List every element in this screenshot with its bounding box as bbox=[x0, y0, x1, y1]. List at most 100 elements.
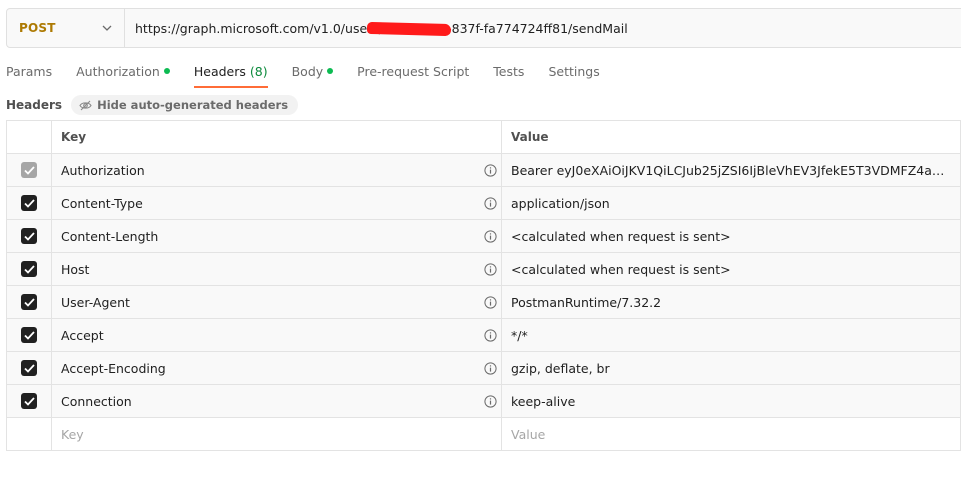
row-checkbox[interactable] bbox=[21, 261, 37, 277]
hide-auto-label: Hide auto-generated headers bbox=[97, 98, 289, 112]
info-icon[interactable] bbox=[484, 329, 497, 342]
check-icon bbox=[23, 330, 35, 340]
row-checkbox[interactable] bbox=[21, 327, 37, 343]
header-value: gzip, deflate, br bbox=[511, 360, 610, 376]
header-value: Bearer eyJ0eXAiOiJKV1QiLCJub25jZSI6IjBle… bbox=[511, 162, 949, 178]
header-key-cell: Content-Type bbox=[52, 187, 502, 219]
headers-subheader: Headers Hide auto-generated headers bbox=[6, 94, 299, 116]
row-checkbox[interactable] bbox=[21, 195, 37, 211]
row-checkbox[interactable] bbox=[21, 294, 37, 310]
request-tabs: Params Authorization Headers (8) Body Pre-re… bbox=[6, 60, 624, 90]
table-row: Accept */* bbox=[7, 319, 961, 352]
tab-label: Authorization bbox=[76, 64, 160, 79]
row-checkbox-cell bbox=[7, 187, 52, 219]
check-column-header bbox=[7, 121, 52, 153]
header-value: keep-alive bbox=[511, 393, 576, 409]
value-column-header: Value bbox=[502, 121, 961, 153]
method-select[interactable]: POST bbox=[7, 9, 125, 47]
header-key: Connection bbox=[61, 393, 132, 409]
header-value-cell: keep-alive bbox=[502, 385, 961, 417]
key-placeholder: Key bbox=[61, 426, 84, 442]
tab-status-dot bbox=[163, 68, 170, 74]
info-icon[interactable] bbox=[484, 263, 497, 276]
info-icon[interactable] bbox=[484, 296, 497, 309]
tab-label: Headers bbox=[193, 64, 246, 79]
new-key-input[interactable]: Key bbox=[52, 418, 502, 450]
row-checkbox[interactable] bbox=[21, 393, 37, 409]
tab-params[interactable]: Params bbox=[6, 60, 52, 88]
header-value-cell: */* bbox=[502, 319, 961, 351]
eye-off-icon bbox=[79, 100, 92, 111]
header-value: PostmanRuntime/7.32.2 bbox=[511, 294, 662, 310]
header-key: Content-Length bbox=[61, 228, 159, 244]
tab-settings[interactable]: Settings bbox=[548, 60, 599, 88]
row-checkbox[interactable] bbox=[21, 360, 37, 376]
row-checkbox-cell bbox=[7, 319, 52, 351]
tab-tests[interactable]: Tests bbox=[493, 60, 524, 88]
redaction-mark bbox=[366, 21, 452, 37]
header-key: User-Agent bbox=[61, 294, 130, 310]
table-row: User-Agent PostmanRuntime/7.32.2 bbox=[7, 286, 961, 319]
chevron-down-icon bbox=[102, 23, 112, 33]
row-checkbox-cell bbox=[7, 286, 52, 318]
header-value-cell: PostmanRuntime/7.32.2 bbox=[502, 286, 961, 318]
url-input[interactable]: https://graph.microsoft.com/v1.0/users/2… bbox=[125, 9, 961, 47]
hide-auto-generated-button[interactable]: Hide auto-generated headers bbox=[71, 95, 299, 115]
table-row: Content-Type application/json bbox=[7, 187, 961, 220]
request-bar: POST https://graph.microsoft.com/v1.0/us… bbox=[6, 8, 961, 48]
header-value: <calculated when request is sent> bbox=[511, 228, 731, 244]
tab-label: Settings bbox=[548, 64, 600, 79]
check-icon bbox=[23, 297, 35, 307]
tab-status-dot bbox=[327, 68, 334, 74]
header-key-cell: Accept-Encoding bbox=[52, 352, 502, 384]
new-value-input[interactable]: Value bbox=[502, 418, 961, 450]
tab-headers[interactable]: Headers (8) bbox=[193, 60, 268, 88]
header-value: <calculated when request is sent> bbox=[511, 261, 731, 277]
table-row: Host <calculated when request is sent> bbox=[7, 253, 961, 286]
check-icon bbox=[23, 165, 35, 175]
header-key-cell: Host bbox=[52, 253, 502, 285]
header-key: Accept bbox=[61, 327, 104, 343]
method-label: POST bbox=[19, 21, 56, 35]
new-header-row: Key Value bbox=[7, 418, 961, 451]
table-row: Content-Length <calculated when request i… bbox=[7, 220, 961, 253]
info-icon[interactable] bbox=[484, 197, 497, 210]
info-icon[interactable] bbox=[484, 362, 497, 375]
row-checkbox bbox=[21, 162, 37, 178]
table-row: Authorization Bearer eyJ0eXAiOiJKV1QiLCJu… bbox=[7, 154, 961, 187]
tab-label: Tests bbox=[493, 64, 525, 79]
row-checkbox-cell bbox=[7, 385, 52, 417]
header-value-cell: <calculated when request is sent> bbox=[502, 220, 961, 252]
header-value-cell: gzip, deflate, br bbox=[502, 352, 961, 384]
headers-section-title: Headers bbox=[6, 98, 63, 112]
table-row: Connection keep-alive bbox=[7, 385, 961, 418]
key-column-header: Key bbox=[52, 121, 502, 153]
tab-body[interactable]: Body bbox=[292, 60, 334, 88]
header-key: Authorization bbox=[61, 162, 145, 178]
tab-authorization[interactable]: Authorization bbox=[76, 60, 170, 88]
header-key-cell: Connection bbox=[52, 385, 502, 417]
row-checkbox-cell bbox=[7, 253, 52, 285]
row-checkbox-cell bbox=[7, 418, 52, 450]
header-key-cell: Content-Length bbox=[52, 220, 502, 252]
header-value: */* bbox=[511, 327, 528, 343]
check-icon bbox=[23, 198, 35, 208]
tab-label: Body bbox=[291, 64, 324, 79]
table-row: Accept-Encoding gzip, deflate, br bbox=[7, 352, 961, 385]
tab-pre-request-script[interactable]: Pre-request Script bbox=[357, 60, 469, 88]
value-placeholder: Value bbox=[511, 426, 546, 442]
row-checkbox[interactable] bbox=[21, 228, 37, 244]
header-key-cell: Accept bbox=[52, 319, 502, 351]
row-checkbox-cell bbox=[7, 220, 52, 252]
headers-table: Key Value Authorization Bearer eyJ0eXAiOi… bbox=[6, 120, 961, 451]
header-value-cell: <calculated when request is sent> bbox=[502, 253, 961, 285]
info-icon[interactable] bbox=[484, 230, 497, 243]
header-key-cell: User-Agent bbox=[52, 286, 502, 318]
info-icon[interactable] bbox=[484, 164, 497, 177]
check-icon bbox=[23, 231, 35, 241]
header-key: Content-Type bbox=[61, 195, 143, 211]
tab-label: Pre-request Script bbox=[357, 64, 470, 79]
check-icon bbox=[23, 264, 35, 274]
info-icon[interactable] bbox=[484, 395, 497, 408]
row-checkbox-cell bbox=[7, 352, 52, 384]
